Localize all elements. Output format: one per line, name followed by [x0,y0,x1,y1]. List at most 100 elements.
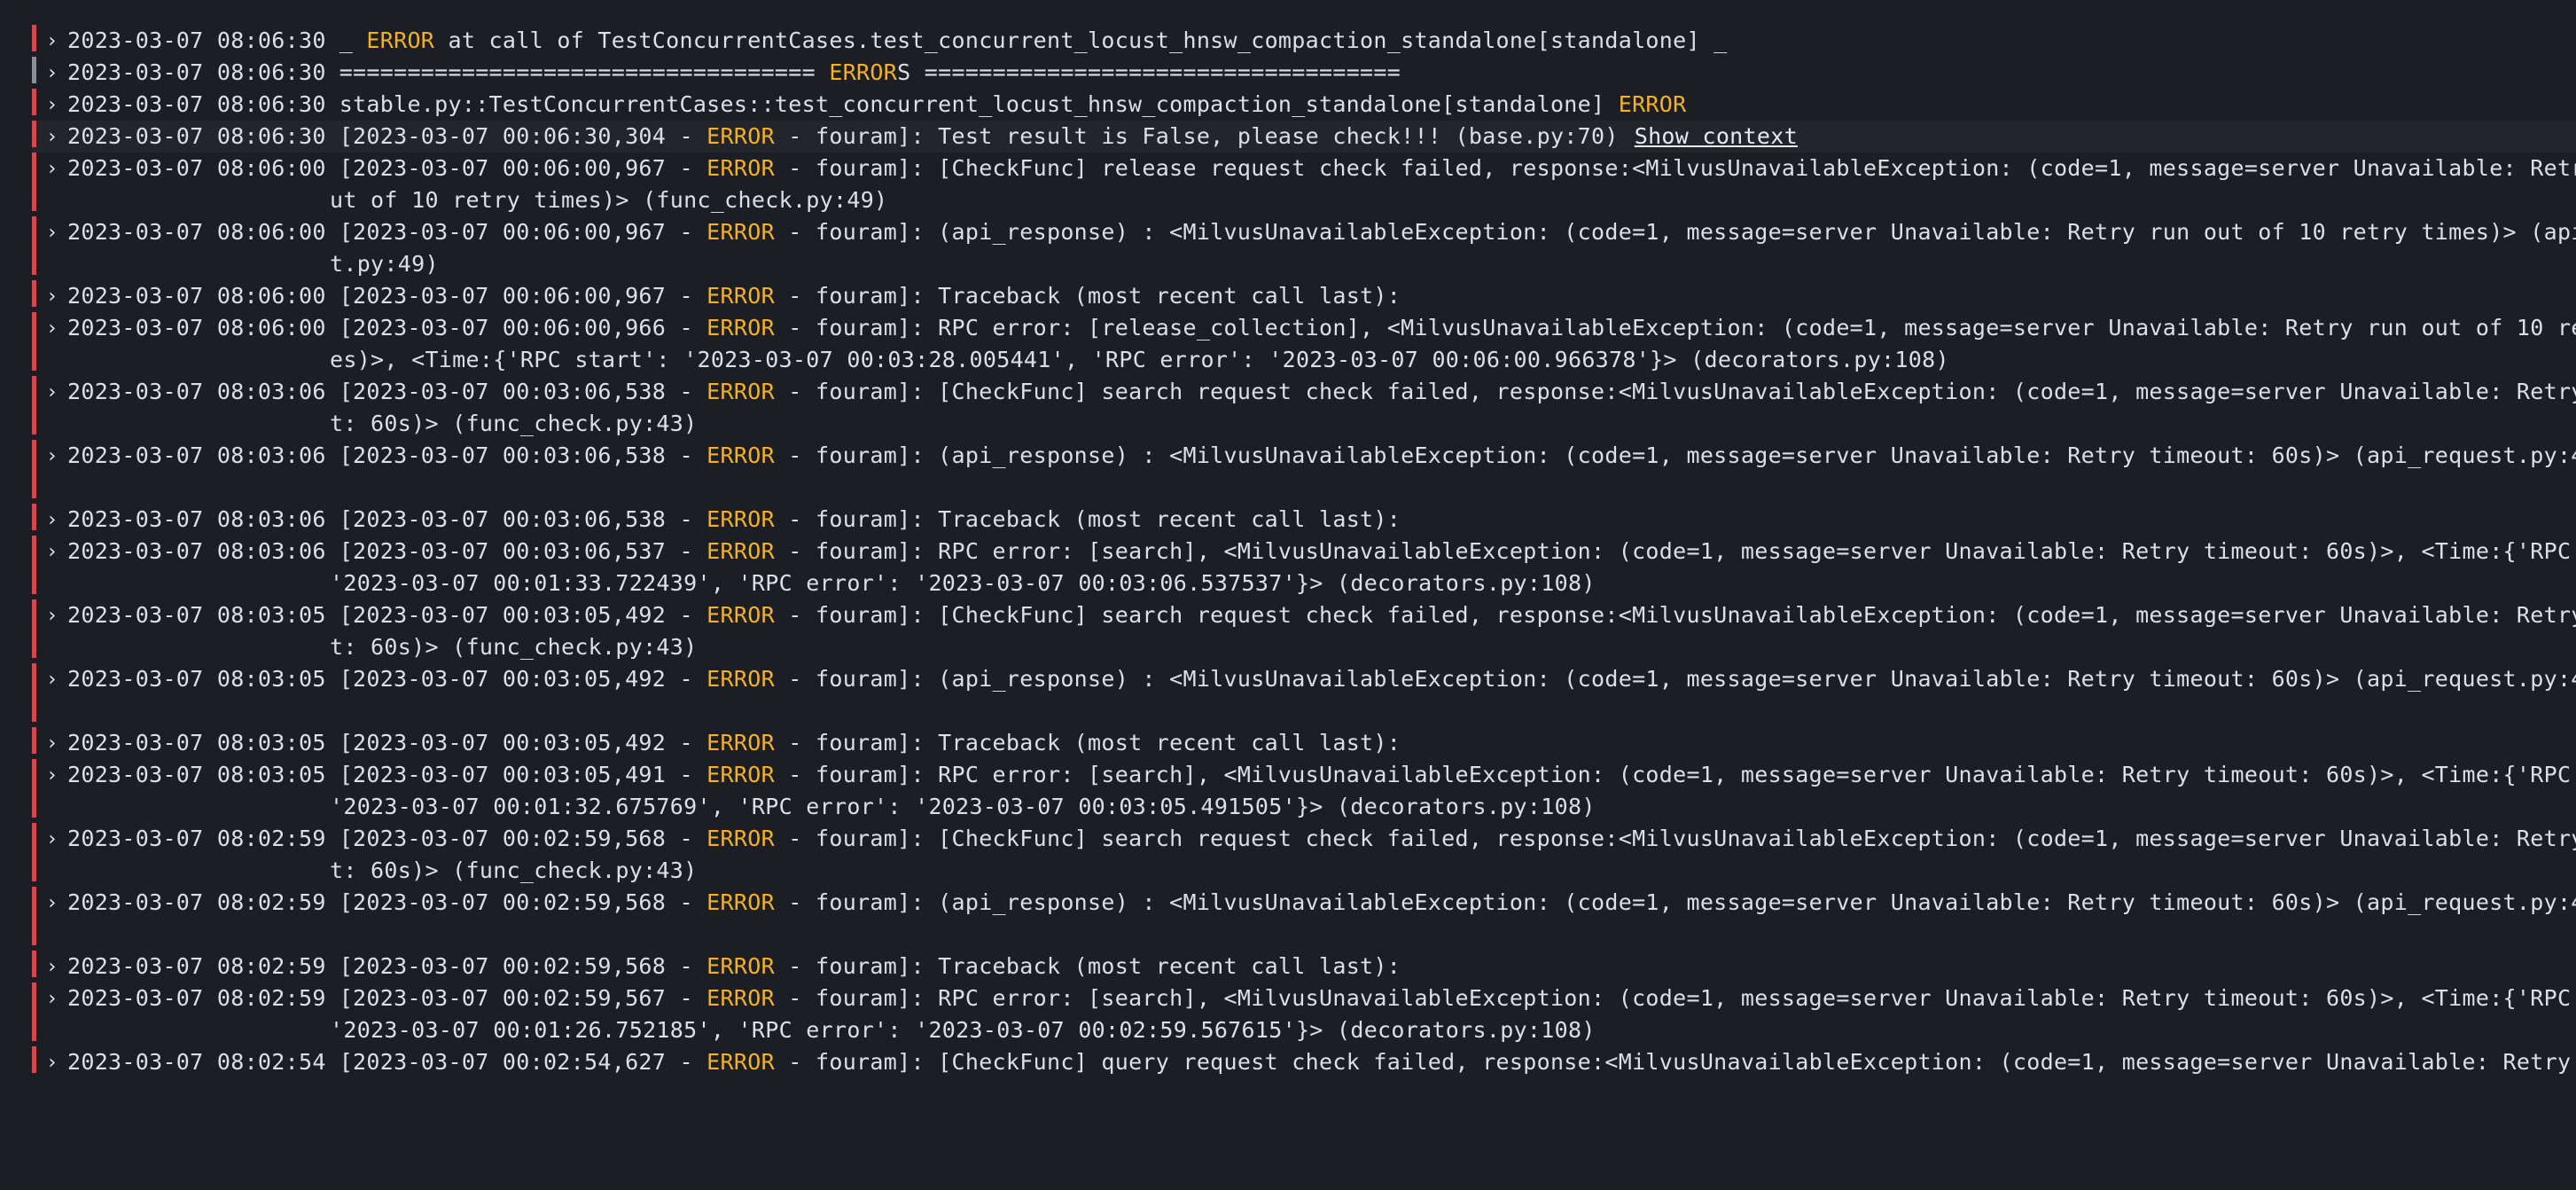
log-level-error: ERROR [706,123,775,149]
log-row[interactable]: › 2023-03-07 08:06:30 [2023-03-07 00:06:30… [32,121,2576,153]
chevron-right-icon[interactable]: › [46,600,59,631]
log-message: - fouram]: (api_response) : <MilvusUnava… [774,442,2576,468]
log-line-continuation [67,695,2576,727]
log-line-continuation: t: 60s)> (func_check.py:43) [67,408,2576,440]
log-message: _ [339,27,367,53]
log-row[interactable]: › 2023-03-07 08:06:30 stable.py::TestConcu… [32,89,2576,121]
log-row[interactable]: › 2023-03-07 08:06:30 _ ERROR at call of T… [32,25,2576,57]
log-line: 2023-03-07 08:03:06 [2023-03-07 00:03:06,… [67,536,2576,568]
log-timestamp: 2023-03-07 08:03:06 [67,442,326,468]
log-line: 2023-03-07 08:06:00 [2023-03-07 00:06:00,… [67,153,2576,184]
log-level-error: ERROR [706,602,775,628]
log-timestamp: 2023-03-07 08:02:59 [67,889,326,915]
log-row[interactable]: › 2023-03-07 08:03:05 [2023-03-07 00:03:05… [32,599,2576,663]
log-message: - fouram]: Traceback (most recent call l… [774,283,1401,309]
log-level-error: ERROR [706,730,775,755]
chevron-right-icon[interactable]: › [46,313,59,344]
chevron-right-icon[interactable]: › [46,90,59,121]
chevron-right-icon[interactable]: › [46,983,59,1014]
log-line: 2023-03-07 08:06:00 [2023-03-07 00:06:00,… [67,280,2576,312]
log-message: ut of 10 retry times)> (func_check.py:49… [330,187,888,213]
log-timestamp: 2023-03-07 08:03:05 [67,666,326,692]
log-level-error: ERROR [706,889,775,915]
log-message: '2023-03-07 00:01:33.722439', 'RPC error… [330,570,1596,596]
log-timestamp: 2023-03-07 08:06:30 [67,27,326,53]
log-line: 2023-03-07 08:02:59 [2023-03-07 00:02:59,… [67,887,2576,919]
log-row[interactable]: › 2023-03-07 08:06:00 [2023-03-07 00:06:00… [32,216,2576,280]
log-level-error: ERROR [706,1049,775,1075]
log-row[interactable]: › 2023-03-07 08:02:59 [2023-03-07 00:02:59… [32,823,2576,887]
show-context-link[interactable]: Show context [1635,123,1798,149]
log-message: - fouram]: (api_response) : <MilvusUnava… [774,219,2576,245]
chevron-right-icon[interactable]: › [46,536,59,568]
chevron-right-icon[interactable]: › [46,664,59,695]
chevron-right-icon[interactable]: › [46,281,59,312]
chevron-right-icon[interactable]: › [46,824,59,855]
log-row[interactable]: › 2023-03-07 08:02:54 [2023-03-07 00:02:54… [32,1046,2576,1078]
log-timestamp: 2023-03-07 08:06:30 [67,123,326,149]
log-message: [2023-03-07 00:06:00,967 - [339,283,707,309]
log-line-continuation: '2023-03-07 00:01:33.722439', 'RPC error… [67,568,2576,599]
log-message: [2023-03-07 00:03:06,538 - [339,379,707,404]
log-row[interactable]: › 2023-03-07 08:03:05 [2023-03-07 00:03:05… [32,663,2576,727]
log-level-error: ERROR [706,442,775,468]
chevron-right-icon[interactable]: › [46,121,59,153]
log-level-error: ERROR [706,315,775,341]
log-row[interactable]: › 2023-03-07 08:03:05 [2023-03-07 00:03:05… [32,759,2576,823]
log-row[interactable]: › 2023-03-07 08:03:06 [2023-03-07 00:03:06… [32,440,2576,504]
log-line: 2023-03-07 08:03:05 [2023-03-07 00:03:05,… [67,727,2576,759]
log-line: 2023-03-07 08:03:06 [2023-03-07 00:03:06,… [67,440,2576,472]
log-row[interactable]: › 2023-03-07 08:06:00 [2023-03-07 00:06:00… [32,312,2576,376]
chevron-right-icon[interactable]: › [46,728,59,759]
log-message: t.py:49) [330,251,439,277]
log-row[interactable]: › 2023-03-07 08:02:59 [2023-03-07 00:02:59… [32,887,2576,951]
log-level-error: ERROR [706,379,775,404]
log-timestamp: 2023-03-07 08:06:30 [67,59,326,85]
log-message: [2023-03-07 00:03:05,492 - [339,602,707,628]
log-message: - fouram]: [CheckFunc] search request ch… [774,379,2576,404]
chevron-right-icon[interactable]: › [46,1047,59,1078]
chevron-right-icon[interactable]: › [46,153,59,184]
log-timestamp: 2023-03-07 08:06:00 [67,315,326,341]
chevron-right-icon[interactable]: › [46,505,59,536]
log-row[interactable]: › 2023-03-07 08:06:00 [2023-03-07 00:06:00… [32,153,2576,216]
chevron-right-icon[interactable]: › [46,217,59,248]
log-row[interactable]: › 2023-03-07 08:03:05 [2023-03-07 00:03:05… [32,727,2576,759]
chevron-right-icon[interactable]: › [46,26,59,57]
chevron-right-icon[interactable]: › [46,441,59,472]
log-message: [2023-03-07 00:03:06,538 - [339,442,707,468]
chevron-right-icon[interactable]: › [46,377,59,408]
log-row[interactable]: › 2023-03-07 08:02:59 [2023-03-07 00:02:59… [32,951,2576,983]
log-timestamp: 2023-03-07 08:06:30 [67,91,326,117]
chevron-right-icon[interactable]: › [46,58,59,89]
log-line-continuation: ut of 10 retry times)> (func_check.py:49… [67,184,2576,216]
log-message: - fouram]: Traceback (most recent call l… [774,506,1401,532]
log-message: - fouram]: RPC error: [release_collectio… [774,315,2576,341]
log-row[interactable]: › 2023-03-07 08:03:06 [2023-03-07 00:03:06… [32,376,2576,440]
log-level-error: ERROR [706,283,775,309]
log-message: - fouram]: Test result is False, please … [774,123,1619,149]
log-row[interactable]: › 2023-03-07 08:06:30 ====================… [32,57,2576,89]
log-line-continuation: t: 60s)> (func_check.py:43) [67,631,2576,663]
log-message: stable.py::TestConcurrentCases::test_con… [339,91,1619,117]
log-line: 2023-03-07 08:03:05 [2023-03-07 00:03:05,… [67,599,2576,631]
log-level-error: ERROR [706,538,775,564]
log-line: 2023-03-07 08:03:05 [2023-03-07 00:03:05,… [67,663,2576,695]
log-line: 2023-03-07 08:02:59 [2023-03-07 00:02:59,… [67,823,2576,855]
log-message: [2023-03-07 00:02:59,568 - [339,953,707,979]
log-level-error: ERROR [706,219,775,245]
log-line: 2023-03-07 08:06:00 [2023-03-07 00:06:00,… [67,216,2576,248]
log-timestamp: 2023-03-07 08:03:06 [67,506,326,532]
log-row[interactable]: › 2023-03-07 08:06:00 [2023-03-07 00:06:00… [32,280,2576,312]
log-timestamp: 2023-03-07 08:03:05 [67,602,326,628]
log-timestamp: 2023-03-07 08:03:06 [67,379,326,404]
chevron-right-icon[interactable]: › [46,951,59,983]
log-row[interactable]: › 2023-03-07 08:02:59 [2023-03-07 00:02:59… [32,983,2576,1046]
log-line: 2023-03-07 08:06:30 _ ERROR at call of Te… [67,25,2576,57]
log-row[interactable]: › 2023-03-07 08:03:06 [2023-03-07 00:03:06… [32,536,2576,599]
log-row[interactable]: › 2023-03-07 08:03:06 [2023-03-07 00:03:06… [32,504,2576,536]
log-message: at call of TestConcurrentCases.test_conc… [434,27,1728,53]
chevron-right-icon[interactable]: › [46,760,59,791]
chevron-right-icon[interactable]: › [46,888,59,919]
log-message: =================================== [339,59,830,85]
